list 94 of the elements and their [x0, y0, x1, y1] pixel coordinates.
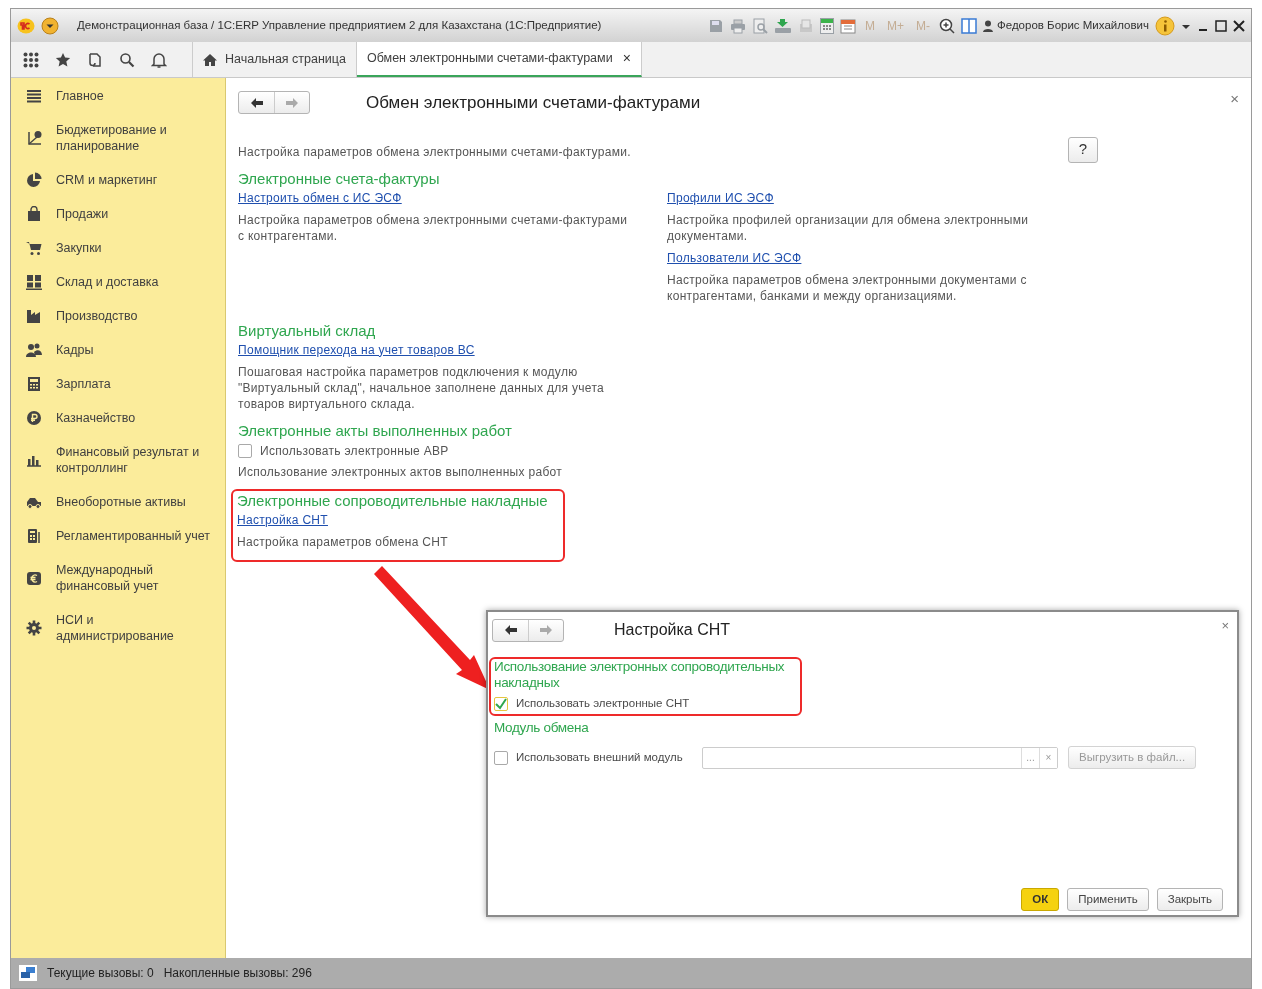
- maximize-icon[interactable]: [1215, 19, 1227, 32]
- hint-text: Настройка параметров обмена СНТ: [237, 533, 449, 550]
- settings-icon: [26, 620, 42, 636]
- link[interactable]: Помощник перехода на учет товаров ВС: [238, 342, 475, 357]
- checkbox[interactable]: [494, 750, 508, 765]
- help-button[interactable]: ?: [1068, 136, 1098, 163]
- user-name[interactable]: Федоров Борис Михайлович: [997, 16, 1149, 35]
- sidebar-item[interactable]: Международный финансовый учет: [11, 553, 225, 603]
- form-title: Обмен электронными счетами-фактурами: [366, 92, 701, 114]
- sidebar-item[interactable]: Кадры: [11, 333, 225, 367]
- section-heading: Электронные сопроводительные накладные: [237, 490, 549, 511]
- calculator-icon: [26, 376, 42, 392]
- hint-text: Настройка параметров обмена электронными документами с контрагентами, банками и между организациями.: [667, 271, 1028, 304]
- logo-icon[interactable]: [17, 17, 35, 34]
- close-button[interactable]: ×: [1221, 616, 1229, 636]
- close-button[interactable]: ×: [1230, 88, 1239, 111]
- dropdown-icon[interactable]: [41, 16, 59, 35]
- hint-text: Пошаговая настройка параметров подключения к модулю "Виртуальный склад", начальное заполнене данных для учета товаров виртуального склада.: [238, 363, 605, 412]
- sidebar-item[interactable]: Склад и доставка: [11, 265, 225, 299]
- print-icon[interactable]: [730, 17, 746, 34]
- link[interactable]: Профили ИС ЭСФ: [667, 190, 774, 205]
- status-text: Накопленные вызовы: 296: [163, 965, 312, 982]
- hint-text: Использование электронных актов выполненных работ: [238, 463, 564, 480]
- search-icon[interactable]: [119, 51, 135, 68]
- back-arrow-icon: [503, 624, 518, 636]
- tab-close-button[interactable]: ×: [622, 48, 631, 69]
- star-icon[interactable]: [55, 51, 71, 68]
- forward-arrow-icon: [285, 96, 299, 109]
- sidebar-item[interactable]: Внеоборотные активы: [11, 485, 225, 519]
- sidebar-item[interactable]: Бюджетирование и планирование: [11, 113, 225, 163]
- window-title: Демонстрационная база / 1С:ERP Управление предприятием 2 для Казахстана (1С:Предприятие): [77, 17, 602, 33]
- sidebar-item[interactable]: НСИ и администрирование: [11, 603, 225, 653]
- checkbox[interactable]: [494, 696, 508, 711]
- preview-icon[interactable]: [752, 17, 768, 34]
- group-heading: Модуль обмена: [494, 720, 590, 737]
- panel-icon[interactable]: [961, 17, 977, 34]
- dialog-button[interactable]: Применить: [1067, 888, 1149, 911]
- sidebar-item[interactable]: Казначейство: [11, 401, 225, 435]
- close-icon[interactable]: [1233, 19, 1245, 32]
- home-icon: [203, 52, 217, 67]
- checkbox-label[interactable]: Использовать внешний модуль: [516, 749, 694, 767]
- sidebar-item[interactable]: Производство: [11, 299, 225, 333]
- link[interactable]: Пользователи ИС ЭСФ: [667, 250, 802, 265]
- link[interactable]: Настройка СНТ: [237, 512, 328, 527]
- tab-label: Обмен электронными счетами-фактурами: [366, 50, 613, 68]
- back-arrow-icon: [249, 96, 264, 109]
- hint-text: Настройка параметров обмена электронными счетами-фактурами с контрагентами.: [238, 211, 629, 244]
- bag-icon: [26, 206, 42, 222]
- checkbox[interactable]: [238, 443, 252, 458]
- dialog-button[interactable]: ОК: [1021, 888, 1060, 911]
- dialog-title: Настройка СНТ: [614, 620, 731, 640]
- section-heading: Электронные счета-фактуры: [238, 168, 441, 189]
- coin-icon: [26, 410, 42, 426]
- user-icon: [983, 19, 993, 32]
- forward-arrow-icon: [539, 624, 553, 636]
- link[interactable]: Настроить обмен с ИС ЭСФ: [238, 190, 402, 205]
- people-icon: [26, 342, 42, 358]
- chart-icon: [26, 130, 42, 146]
- apps-icon[interactable]: [23, 51, 39, 68]
- description: Настройка параметров обмена электронными счетами-фактурами.: [238, 143, 631, 160]
- sidebar-item[interactable]: Зарплата: [11, 367, 225, 401]
- currency-icon: [26, 570, 42, 586]
- tab[interactable]: Обмен электронными счетами-фактурами ×: [356, 42, 642, 77]
- save-icon[interactable]: [708, 17, 724, 34]
- export-icon[interactable]: [774, 17, 792, 34]
- sidebar-item[interactable]: Закупки: [11, 231, 225, 265]
- group-heading: Использование электронных сопроводительных накладных: [494, 659, 786, 691]
- checkbox-label[interactable]: Использовать электронные СНТ: [516, 695, 690, 713]
- section-heading: Электронные акты выполненных работ: [238, 420, 513, 441]
- factory-icon: [26, 308, 42, 324]
- dialog-button[interactable]: Закрыть: [1156, 888, 1223, 911]
- tab-label: Начальная страница: [225, 51, 346, 69]
- check-icon: [495, 697, 507, 710]
- info-icon[interactable]: [1155, 15, 1175, 36]
- calculator-icon[interactable]: [820, 17, 834, 34]
- hint-text: Настройка профилей организации для обмена электронными документами.: [667, 211, 1030, 244]
- calendar-icon[interactable]: [840, 17, 856, 34]
- section-heading: Виртуальный склад: [238, 320, 377, 341]
- sidebar-item[interactable]: Регламентированный учет: [11, 519, 225, 553]
- sidebar-item[interactable]: Продажи: [11, 197, 225, 231]
- sidebar-item[interactable]: CRM и маркетинг: [11, 163, 225, 197]
- connection-icon: [19, 965, 37, 981]
- zoom-in-icon[interactable]: [939, 17, 955, 34]
- cart-icon: [26, 240, 42, 256]
- status-text: Текущие вызовы: 0: [47, 965, 154, 982]
- pie-chart-icon: [26, 172, 42, 188]
- history-icon[interactable]: [87, 51, 103, 68]
- sidebar-item[interactable]: Главное: [11, 79, 225, 113]
- menu-icon: [26, 88, 42, 104]
- checkbox-label[interactable]: Использовать электронные АВР: [260, 442, 449, 459]
- bell-icon[interactable]: [151, 51, 167, 68]
- sidebar-item[interactable]: Финансовый результат и контроллинг: [11, 435, 225, 485]
- blocks-icon: [26, 274, 42, 290]
- document-icon: [26, 528, 42, 544]
